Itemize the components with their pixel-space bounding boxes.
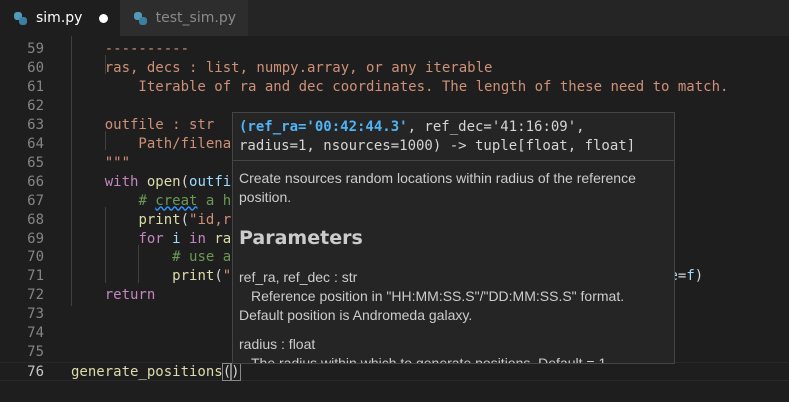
code-token: print [172,268,215,285]
code-line[interactable]: 59 ---------- [0,40,789,59]
python-file-icon [14,11,27,25]
code-token: in [189,230,206,247]
code-line[interactable]: 61 Iterable of ra and dec coordinates. T… [0,78,789,97]
code-text: """ [71,154,130,173]
code-text: # use a [71,248,231,267]
params-heading: Parameters [239,227,363,249]
code-token: generate_positions [71,364,223,381]
code-token: ras, decs : list, numpy.array, or any it… [71,59,493,76]
code-token: ) [694,268,704,285]
code-token: a h [197,192,232,209]
code-token: ( [221,363,233,382]
line-number: 71 [27,268,44,285]
code-token: Iterable of ra and dec coordinates. The … [71,78,729,95]
tab-label: test_sim.py [155,10,236,26]
code-line[interactable]: 76 generate_positions() [0,362,789,382]
code-token: open [146,173,181,190]
code-token: ( [180,173,190,190]
code-line[interactable]: 60 ras, decs : list, numpy.array, or any… [0,59,789,78]
line-number: 63 [27,116,44,133]
code-token: """ [71,154,131,171]
function-signature: (ref_ra='00:42:44.3', ref_dec='41:16:09'… [233,113,674,161]
code-token: outfi [189,173,232,190]
code-token: ---------- [71,41,190,57]
tab-bar: sim.py test_sim.py [0,0,789,36]
code-token: # use a [172,249,232,266]
line-number: 67 [27,192,44,209]
code-token: print [138,211,181,228]
code-token: "id,r [189,211,232,228]
line-number: 69 [27,230,44,247]
code-text: Iterable of ra and dec coordinates. The … [71,78,728,97]
line-number: 62 [27,97,44,114]
doc-summary: Create nsources random locations within … [239,170,636,205]
code-token: for [138,230,164,247]
code-token: ra [214,230,232,247]
line-number: 74 [27,325,44,342]
tab-test-sim-py[interactable]: test_sim.py [120,0,248,36]
docstring: Create nsources random locations within … [233,161,674,364]
param-name: ref_ra, ref_dec : str [239,269,358,285]
line-number: 65 [27,154,44,171]
code-token: with [104,173,139,190]
code-token: ( [214,268,223,285]
code-text: Path/filena [71,135,231,154]
code-token: Path/filena [71,135,232,152]
code-token: return [104,287,156,304]
code-token: outfile : str [71,116,215,133]
unsaved-dot-icon[interactable] [99,13,108,23]
code-token: creat [155,192,198,209]
code-token: ) [230,363,241,382]
code-text: outfile : str [71,116,215,135]
code-text: print("id,r [71,211,231,230]
line-number: 59 [27,41,44,57]
line-number: 72 [27,287,44,304]
code-text: return [71,286,156,305]
tab-sim-py[interactable]: sim.py [0,0,120,36]
hover-tooltip: (ref_ra='00:42:44.3', ref_dec='41:16:09'… [232,112,675,364]
line-number: 70 [27,249,44,266]
line-number: 66 [27,173,44,190]
param-name: radius : float [239,336,316,352]
code-token: f [686,268,695,285]
code-text: with open(outfi [71,173,231,192]
line-number: 75 [27,344,44,361]
code-token: " [222,268,232,285]
param-desc: Default position is Andromeda galaxy. [239,307,473,323]
line-number: 68 [27,211,44,228]
code-text: ---------- [71,40,189,59]
line-number: 60 [27,59,44,76]
code-text: generate_positions() [71,363,241,382]
code-text: ras, decs : list, numpy.array, or any it… [71,59,493,78]
signature-active-param: (ref_ra='00:42:44.3' [239,119,408,135]
line-number: 64 [27,135,44,152]
code-token: ( [180,211,190,228]
python-file-icon [134,11,147,25]
code-token: # [138,192,156,209]
line-number: 61 [27,78,44,95]
code-text: for i in ra [71,230,231,249]
tab-label: sim.py [36,10,83,26]
code-text: # creat a h [71,192,231,211]
line-number: 73 [27,306,44,323]
param-desc: The radius within which to generate posi… [251,355,611,364]
line-number: 76 [27,364,44,381]
code-token: i [172,230,181,247]
param-desc: Reference position in "HH:MM:SS.S"/"DD:M… [251,288,625,304]
